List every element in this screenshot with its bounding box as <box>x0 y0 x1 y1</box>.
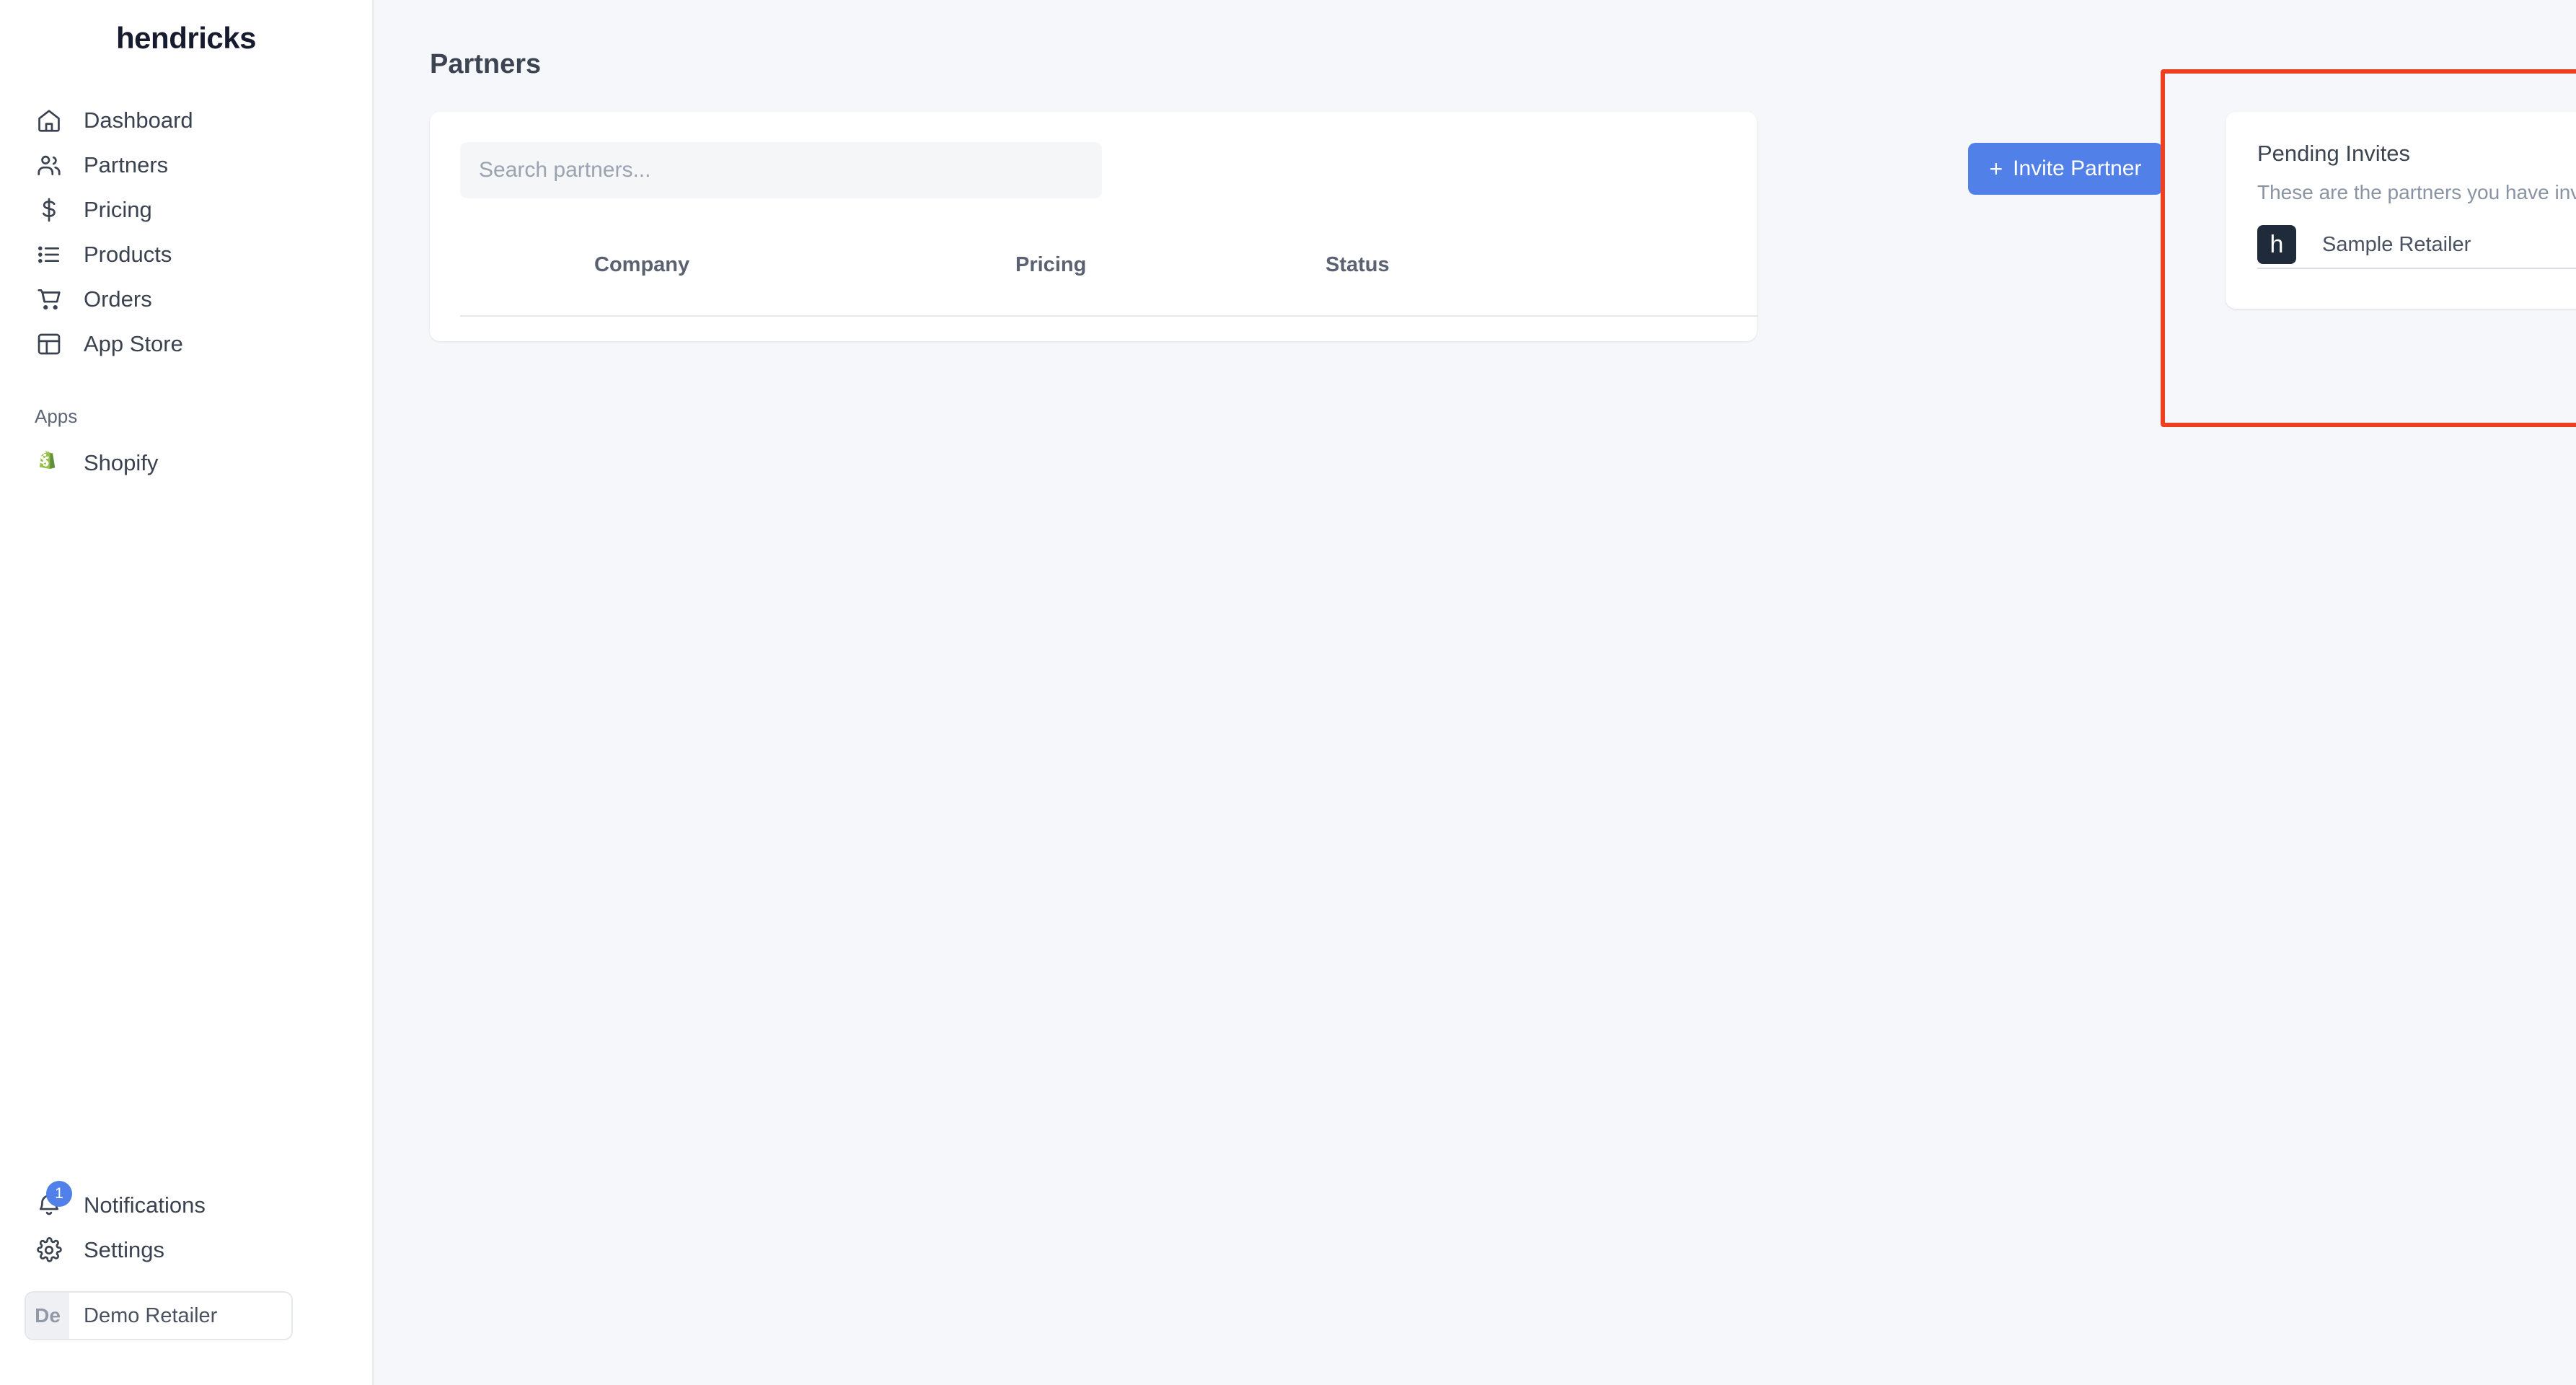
invite-partner-button[interactable]: + Invite Partner <box>1968 143 2163 195</box>
sidebar-item-label: Notifications <box>84 1192 206 1218</box>
primary-nav: Dashboard Partners Pricing Products Orde… <box>0 98 372 485</box>
pending-invites-card: Pending Invites These are the partners y… <box>2226 112 2576 309</box>
invite-partner-label: Invite Partner <box>2013 157 2142 180</box>
sidebar-item-label: Products <box>84 242 172 267</box>
sidebar-item-notifications[interactable]: 1 Notifications <box>0 1181 372 1228</box>
avatar: De <box>26 1293 69 1339</box>
app-root: hendricks Dashboard Partners Pricing Pro… <box>0 0 2576 1385</box>
user-profile-button[interactable]: De Demo Retailer <box>25 1291 293 1340</box>
sidebar-item-label: Orders <box>84 286 152 312</box>
sidebar: hendricks Dashboard Partners Pricing Pro… <box>0 0 374 1385</box>
partner-company-name: Sample Retailer <box>2322 232 2471 256</box>
column-header-pricing: Pricing <box>1015 253 1087 276</box>
list-icon <box>35 240 63 269</box>
column-header-status: Status <box>1326 253 1390 276</box>
sidebar-item-pricing[interactable]: Pricing <box>0 188 372 232</box>
gear-icon <box>35 1236 63 1265</box>
home-icon <box>35 106 63 135</box>
cart-icon <box>35 285 63 314</box>
table-header-divider <box>460 315 1758 317</box>
pending-invite-row: h Sample Retailer <box>2257 221 2576 269</box>
plus-icon: + <box>1989 156 2003 182</box>
sidebar-item-label: Shopify <box>84 450 159 475</box>
sidebar-item-partners[interactable]: Partners <box>0 143 372 188</box>
partner-logo: h <box>2257 225 2296 264</box>
sidebar-item-shopify[interactable]: Shopify <box>0 441 372 485</box>
sidebar-item-label: App Store <box>84 331 183 356</box>
pending-invites-subtitle: These are the partners you have invited … <box>2257 181 2576 203</box>
pending-invites-title: Pending Invites <box>2257 141 2410 166</box>
dollar-icon <box>35 195 63 224</box>
table-header-row: Company Pricing Status <box>460 253 1726 308</box>
layout-icon <box>35 330 63 359</box>
sidebar-item-label: Partners <box>84 152 169 177</box>
main-content: Partners Company Pricing Status + Invite… <box>374 0 2576 1385</box>
partners-table-card: Company Pricing Status <box>430 112 1758 341</box>
sidebar-item-orders[interactable]: Orders <box>0 277 372 322</box>
sidebar-item-dashboard[interactable]: Dashboard <box>0 98 372 143</box>
notifications-badge: 1 <box>46 1181 72 1207</box>
sidebar-item-label: Pricing <box>84 197 152 222</box>
apps-section-label: Apps <box>35 405 78 427</box>
sidebar-item-label: Dashboard <box>84 107 193 133</box>
user-name: Demo Retailer <box>84 1303 218 1327</box>
column-header-company: Company <box>594 253 690 276</box>
sidebar-item-label: Settings <box>84 1237 165 1262</box>
sidebar-footer: 1 Notifications Settings De Demo Retaile… <box>0 1181 372 1385</box>
sidebar-item-products[interactable]: Products <box>0 232 372 277</box>
users-icon <box>35 151 63 180</box>
shopify-icon <box>35 449 63 478</box>
sidebar-item-app-store[interactable]: App Store <box>0 322 372 366</box>
page-title: Partners <box>430 49 542 79</box>
search-input[interactable] <box>460 142 1102 198</box>
brand-logo: hendricks <box>116 21 256 55</box>
sidebar-item-settings[interactable]: Settings <box>0 1228 372 1272</box>
bell-icon: 1 <box>35 1181 72 1220</box>
